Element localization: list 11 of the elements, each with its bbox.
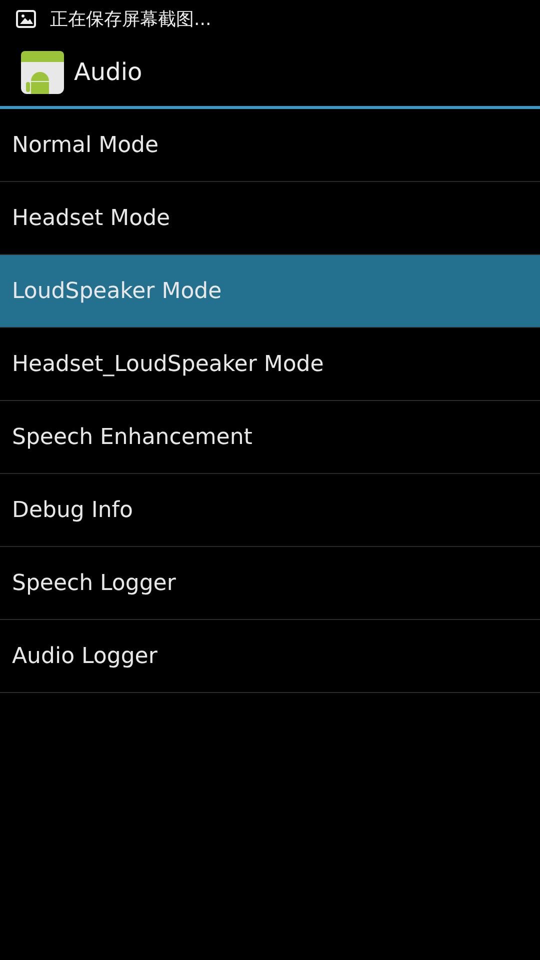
menu-item[interactable]: Speech Enhancement bbox=[0, 401, 540, 474]
menu-item[interactable]: Debug Info bbox=[0, 474, 540, 547]
picture-icon bbox=[16, 10, 36, 28]
menu-item[interactable]: Headset_LoudSpeaker Mode bbox=[0, 328, 540, 401]
menu-item[interactable]: Audio Logger bbox=[0, 620, 540, 693]
menu-item[interactable]: Normal Mode bbox=[0, 109, 540, 182]
app-icon bbox=[21, 50, 64, 94]
notification-text: 正在保存屏幕截图... bbox=[50, 8, 212, 31]
app-title: Audio bbox=[74, 58, 142, 86]
menu-item[interactable]: Speech Logger bbox=[0, 547, 540, 620]
menu-item[interactable]: LoudSpeaker Mode bbox=[0, 255, 540, 328]
